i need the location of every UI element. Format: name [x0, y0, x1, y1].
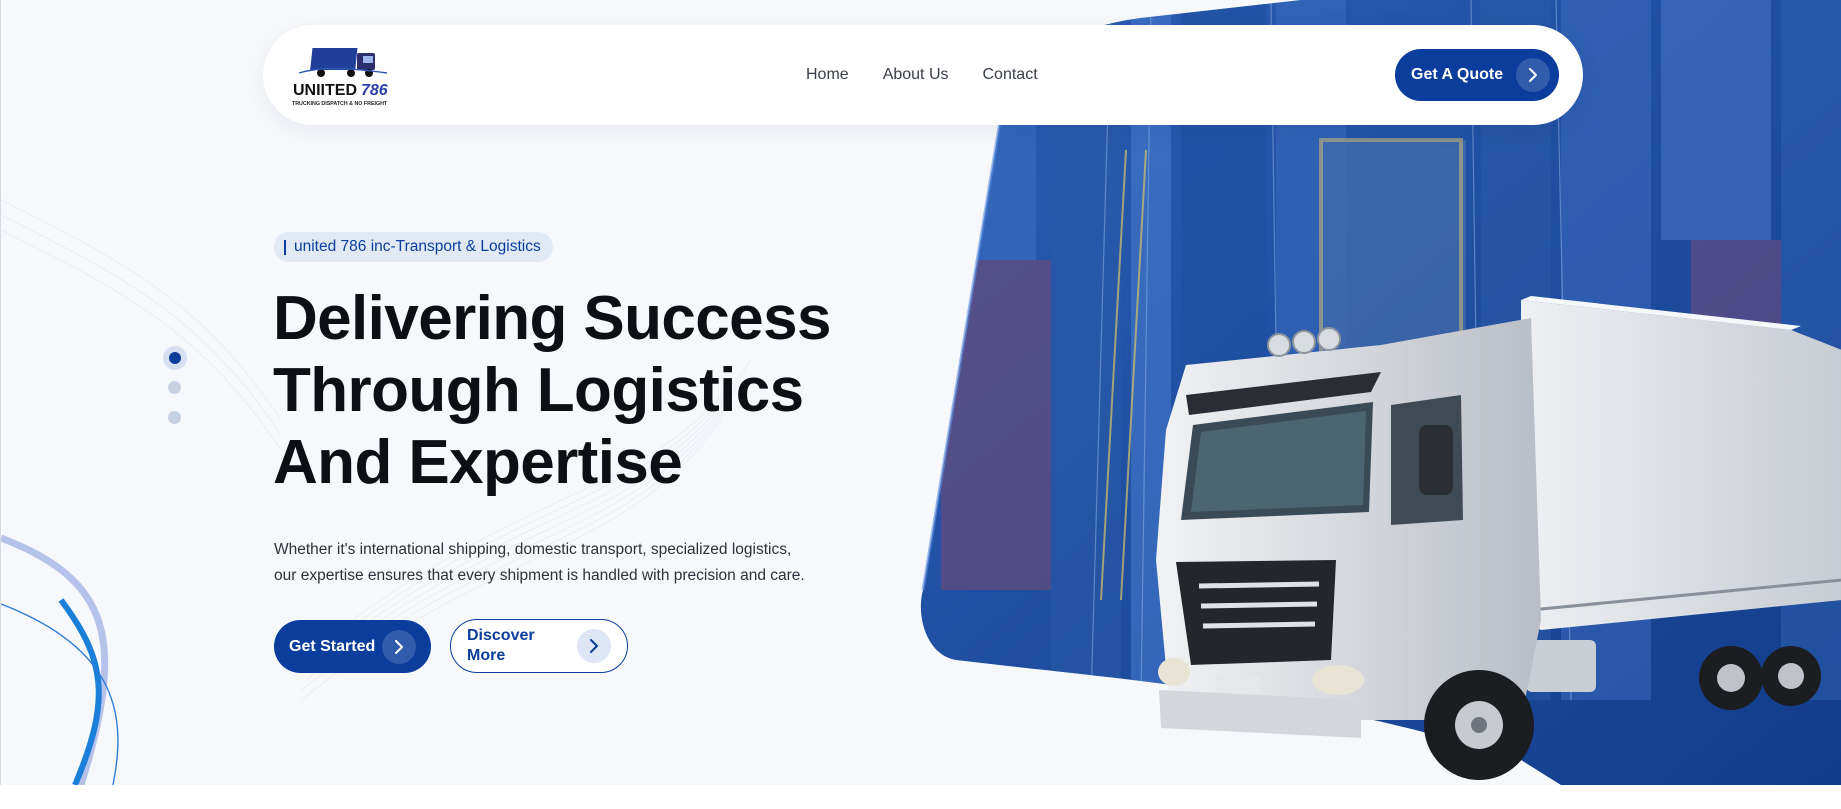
- chevron-right-icon: [382, 629, 416, 664]
- hero-slider-dots: [163, 346, 187, 426]
- hero-description-line-1: Whether it's international shipping, dom…: [274, 541, 792, 558]
- hero-description: Whether it's international shipping, dom…: [274, 537, 834, 589]
- get-a-quote-label: Get A Quote: [1411, 66, 1504, 83]
- get-started-label: Get Started: [289, 637, 376, 655]
- hero-section: UNIITED 786 TRUCKING DISPATCH & NO FREIG…: [0, 0, 1841, 785]
- hero-headline-line-2: Through Logistics: [273, 356, 804, 425]
- get-started-button[interactable]: Get Started: [274, 620, 431, 673]
- hero-tag-text: united 786 inc-Transport & Logistics: [294, 238, 541, 255]
- hero-tag: united 786 inc-Transport & Logistics: [274, 232, 553, 262]
- main-nav: Home About Us Contact: [806, 65, 1038, 85]
- svg-text:TRUCKING DISPATCH & NO FREIGHT: TRUCKING DISPATCH & NO FREIGHT: [292, 101, 388, 107]
- get-a-quote-button[interactable]: Get A Quote: [1395, 49, 1559, 101]
- page-bottom-strip: [0, 785, 1841, 809]
- hero-headline-line-1: Delivering Success: [273, 284, 831, 353]
- svg-text:786: 786: [361, 82, 388, 99]
- hero-headline: Delivering Success Through Logistics And…: [273, 283, 873, 499]
- chevron-right-icon: [1516, 58, 1550, 92]
- site-header: UNIITED 786 TRUCKING DISPATCH & NO FREIG…: [263, 25, 1583, 125]
- discover-more-label: Discover More: [467, 627, 535, 664]
- slider-dot-1[interactable]: [163, 346, 187, 370]
- truck: [1156, 296, 1841, 780]
- nav-link-about-us[interactable]: About Us: [883, 65, 949, 85]
- hero-description-line-2: our expertise ensures that every shipmen…: [274, 567, 805, 584]
- slider-dot-2[interactable]: [168, 381, 181, 394]
- slider-dot-3[interactable]: [168, 411, 181, 424]
- hero-headline-line-3: And Expertise: [273, 428, 683, 497]
- nav-link-contact[interactable]: Contact: [983, 65, 1038, 85]
- tag-accent-bar: [284, 239, 286, 255]
- truck-logo-icon: UNIITED 786 TRUCKING DISPATCH & NO FREIG…: [292, 48, 388, 107]
- discover-more-button[interactable]: Discover More: [450, 619, 628, 673]
- brand-logo[interactable]: UNIITED 786 TRUCKING DISPATCH & NO FREIG…: [289, 43, 399, 113]
- nav-link-home[interactable]: Home: [806, 65, 849, 85]
- chevron-right-icon: [577, 629, 611, 663]
- brand-logo-wordmark: UNIITED: [293, 82, 357, 99]
